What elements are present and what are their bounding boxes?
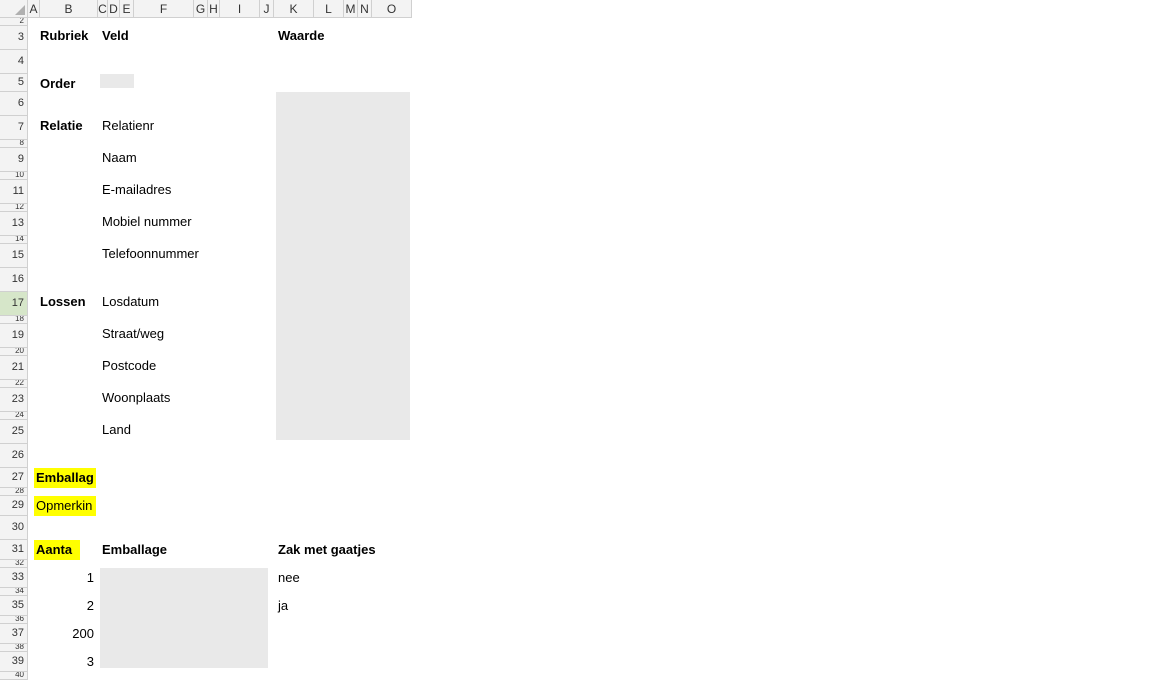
col-header-C[interactable]: C xyxy=(98,0,108,18)
row-header-34[interactable]: 34 xyxy=(0,588,28,596)
row-header-31[interactable]: 31 xyxy=(0,540,28,560)
field-straat: Straat/weg xyxy=(100,326,164,341)
row-header-2[interactable]: 2 xyxy=(0,18,28,26)
row-header-5[interactable]: 5 xyxy=(0,74,28,92)
row-header-35[interactable]: 35 xyxy=(0,596,28,616)
field-mobiel: Mobiel nummer xyxy=(100,214,192,229)
col-header-E[interactable]: E xyxy=(120,0,134,18)
row-header-12[interactable]: 12 xyxy=(0,204,28,212)
row-header-36[interactable]: 36 xyxy=(0,616,28,624)
col-header-M[interactable]: M xyxy=(344,0,358,18)
col-header-H[interactable]: H xyxy=(208,0,220,18)
col-header-A[interactable]: A xyxy=(28,0,40,18)
field-woonplaats: Woonplaats xyxy=(100,390,170,405)
aantal-3: 3 xyxy=(34,654,94,669)
label-relatie: Relatie xyxy=(38,118,83,133)
col-header-J[interactable]: J xyxy=(260,0,274,18)
row-header-4[interactable]: 4 xyxy=(0,50,28,74)
label-lossen: Lossen xyxy=(38,294,86,309)
row-header-29[interactable]: 29 xyxy=(0,496,28,516)
aantal-1: 2 xyxy=(34,598,94,613)
zak-value-1: nee xyxy=(276,570,300,585)
row-header-20[interactable]: 20 xyxy=(0,348,28,356)
row-header-6[interactable]: 6 xyxy=(0,92,28,116)
header-rubriek: Rubriek xyxy=(38,28,88,43)
col-header-I[interactable]: I xyxy=(220,0,260,18)
row-header-23[interactable]: 23 xyxy=(0,388,28,412)
row-header-21[interactable]: 21 xyxy=(0,356,28,380)
row-header-27[interactable]: 27 xyxy=(0,468,28,488)
col-header-N[interactable]: N xyxy=(358,0,372,18)
row-header-33[interactable]: 33 xyxy=(0,568,28,588)
field-email: E-mailadres xyxy=(100,182,171,197)
field-naam: Naam xyxy=(100,150,137,165)
row-header-38[interactable]: 38 xyxy=(0,644,28,652)
row-header-3[interactable]: 3 xyxy=(0,26,28,50)
header-emballage: Emballage xyxy=(100,542,167,557)
col-header-L[interactable]: L xyxy=(314,0,344,18)
row-header-19[interactable]: 19 xyxy=(0,324,28,348)
row-header-25[interactable]: 25 xyxy=(0,420,28,444)
row-header-37[interactable]: 37 xyxy=(0,624,28,644)
row-header-18[interactable]: 18 xyxy=(0,316,28,324)
row-header-15[interactable]: 15 xyxy=(0,244,28,268)
col-header-O[interactable]: O xyxy=(372,0,412,18)
header-veld: Veld xyxy=(100,28,129,43)
row-header-30[interactable]: 30 xyxy=(0,516,28,540)
field-postcode: Postcode xyxy=(100,358,156,373)
zak-value-2: ja xyxy=(276,598,288,613)
row-header-13[interactable]: 13 xyxy=(0,212,28,236)
header-waarde: Waarde xyxy=(276,28,324,43)
col-header-F[interactable]: F xyxy=(134,0,194,18)
row-header-40[interactable]: 40 xyxy=(0,672,28,680)
aantal-2: 200 xyxy=(34,626,94,641)
row-header-32[interactable]: 32 xyxy=(0,560,28,568)
spreadsheet[interactable]: ABCDEFGHIJKLMNO 234567891011121314151617… xyxy=(0,0,1152,669)
row-header-22[interactable]: 22 xyxy=(0,380,28,388)
field-telefoon: Telefoonnummer xyxy=(100,246,199,261)
row-header-39[interactable]: 39 xyxy=(0,652,28,672)
aantal-0: 1 xyxy=(34,570,94,585)
label-emballag: Emballag xyxy=(34,468,96,488)
row-header-7[interactable]: 7 xyxy=(0,116,28,140)
row-header-10[interactable]: 10 xyxy=(0,172,28,180)
input-waarde-block[interactable] xyxy=(276,92,410,440)
field-relatienr: Relatienr xyxy=(100,118,154,133)
col-header-D[interactable]: D xyxy=(108,0,120,18)
label-opmerkin: Opmerkin xyxy=(34,496,96,516)
col-header-G[interactable]: G xyxy=(194,0,208,18)
col-header-B[interactable]: B xyxy=(40,0,98,18)
row-header-8[interactable]: 8 xyxy=(0,140,28,148)
label-order: Order xyxy=(38,76,75,91)
field-land: Land xyxy=(100,422,131,437)
input-order[interactable] xyxy=(100,74,134,88)
row-header-9[interactable]: 9 xyxy=(0,148,28,172)
row-header-11[interactable]: 11 xyxy=(0,180,28,204)
row-header-17[interactable]: 17 xyxy=(0,292,28,316)
header-aanta: Aanta xyxy=(34,540,80,560)
col-header-K[interactable]: K xyxy=(274,0,314,18)
row-header-26[interactable]: 26 xyxy=(0,444,28,468)
row-header-14[interactable]: 14 xyxy=(0,236,28,244)
row-header-24[interactable]: 24 xyxy=(0,412,28,420)
input-emballage-block[interactable] xyxy=(100,568,268,668)
row-header-16[interactable]: 16 xyxy=(0,268,28,292)
select-all-corner[interactable] xyxy=(0,0,28,18)
field-losdatum: Losdatum xyxy=(100,294,159,309)
header-zak: Zak met gaatjes xyxy=(276,542,376,557)
row-header-28[interactable]: 28 xyxy=(0,488,28,496)
